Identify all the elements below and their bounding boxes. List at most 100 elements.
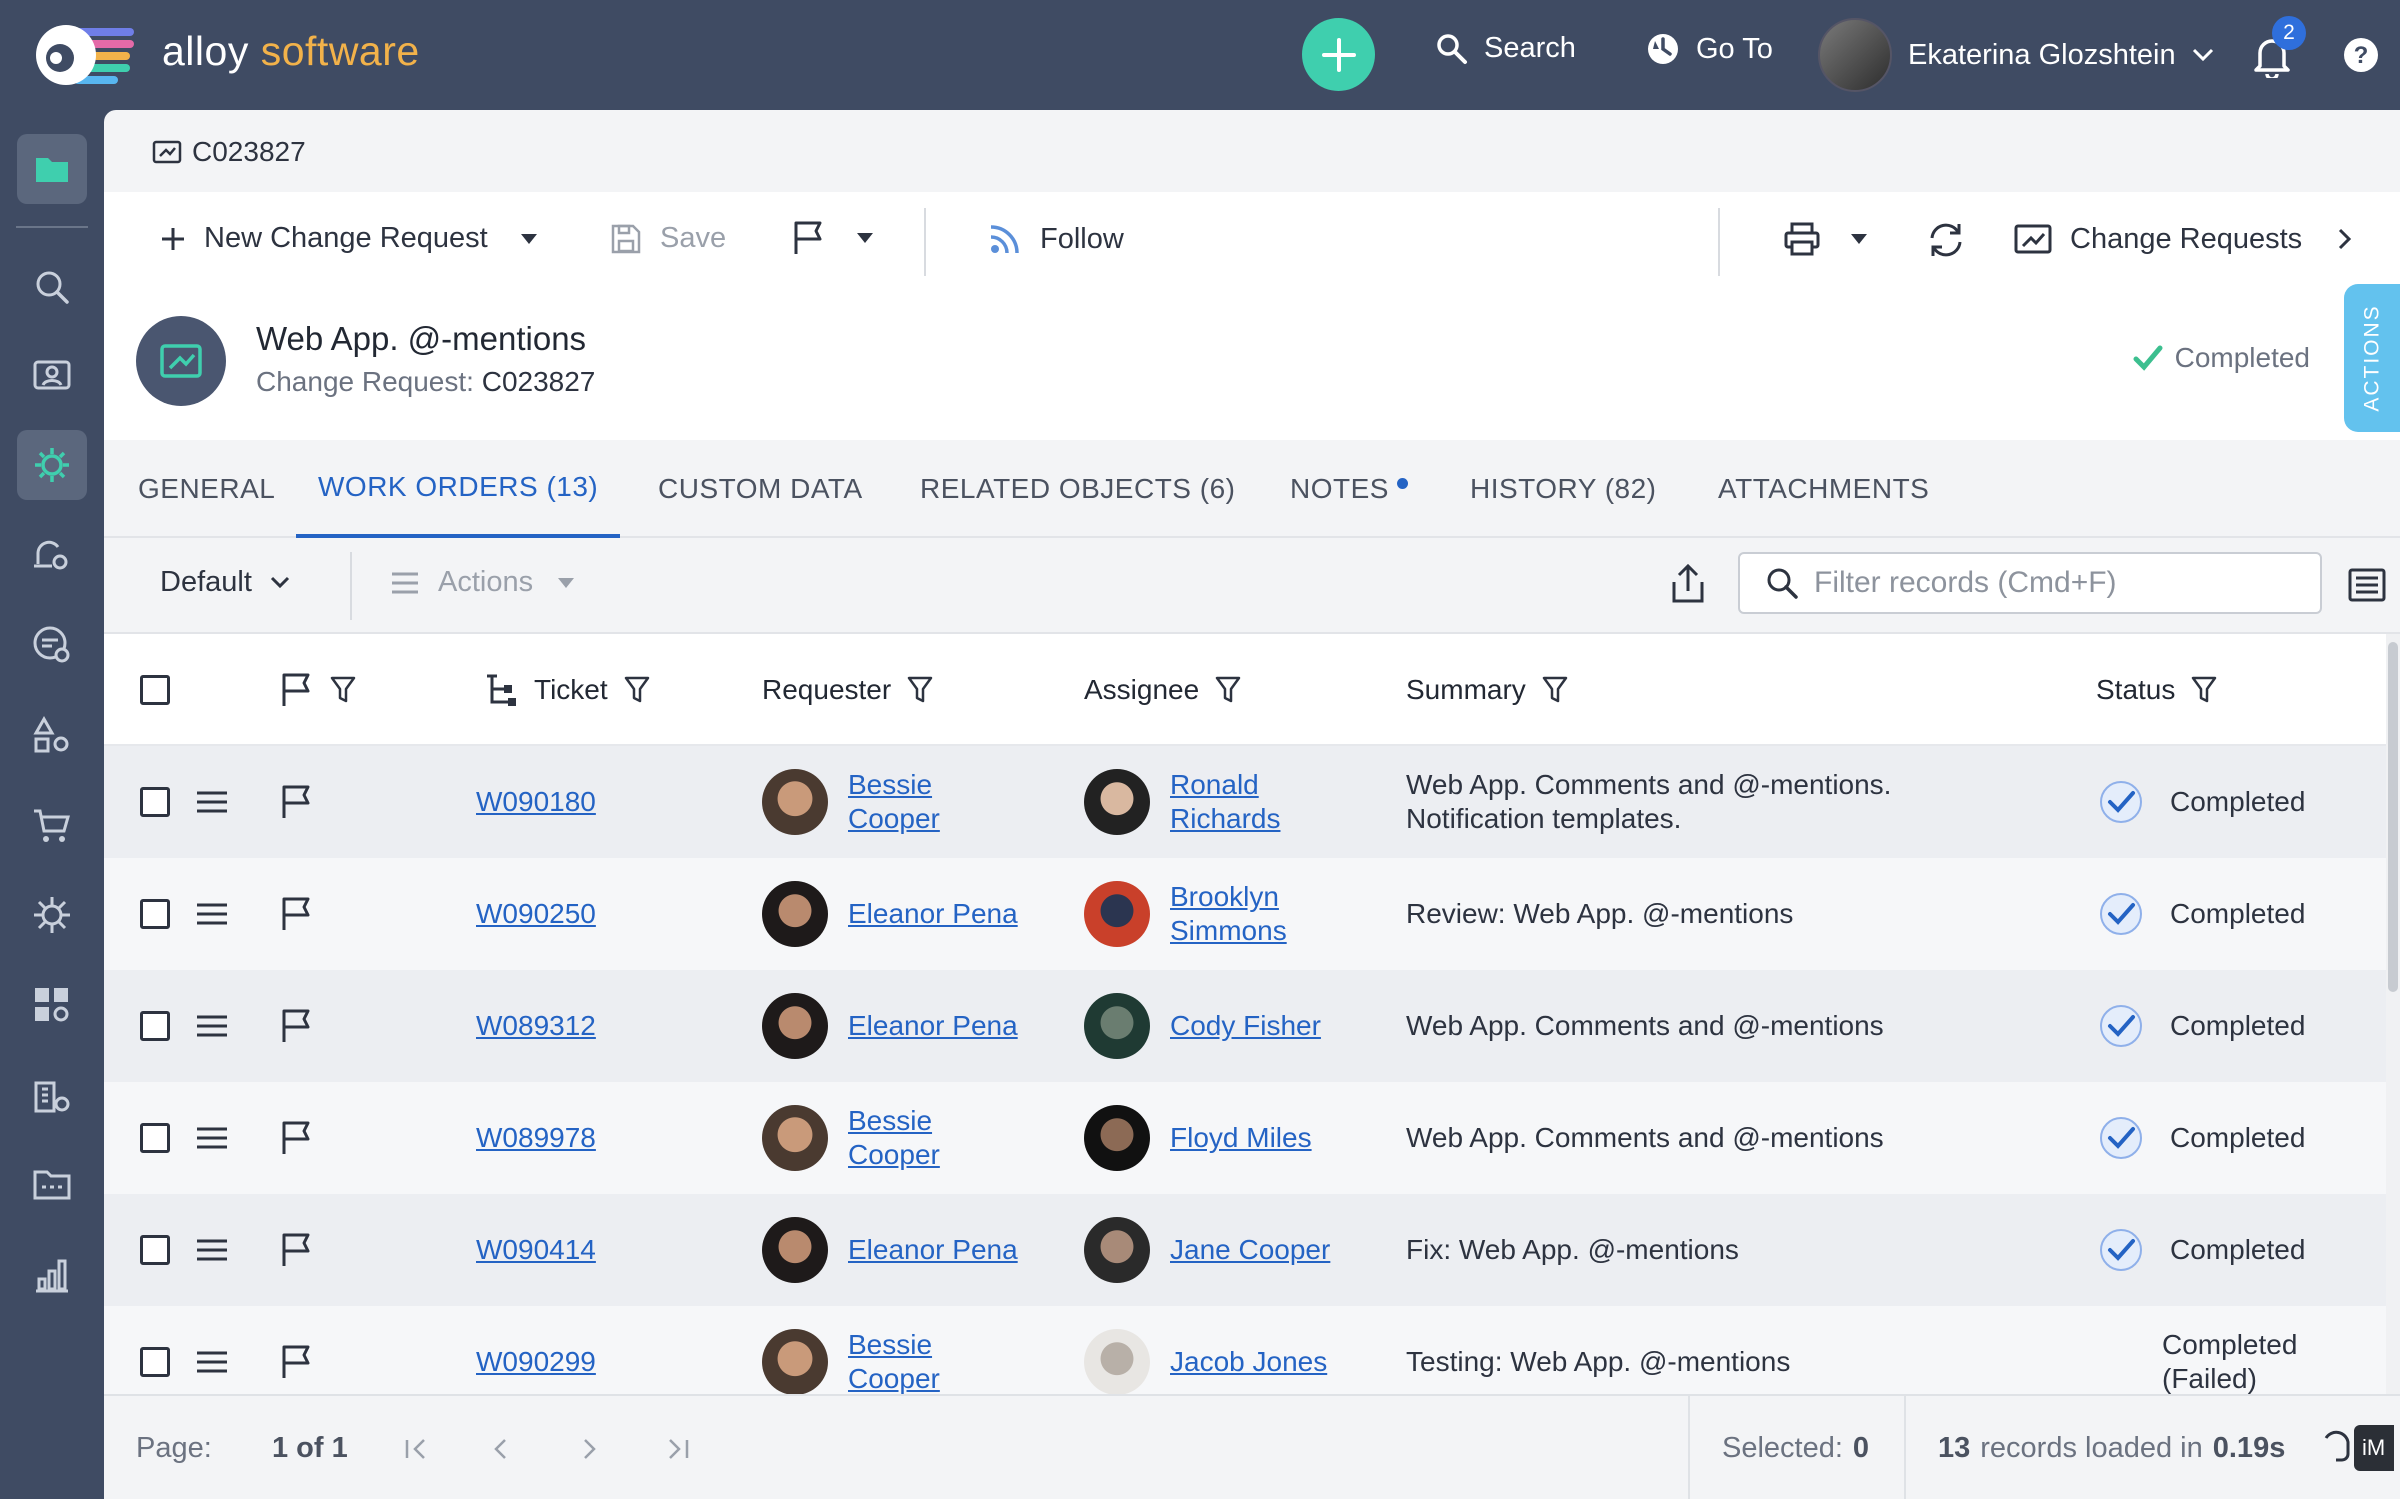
last-page-button[interactable] [666,1396,690,1499]
table-row[interactable]: W089978 Bessie Cooper Floyd Miles Web Ap… [104,1082,2386,1194]
filter-funnel-icon[interactable] [1215,675,1241,705]
next-page-button[interactable] [582,1396,598,1499]
sidebar-item-purchasing[interactable] [17,790,87,860]
table-row[interactable]: W090180 Bessie Cooper Ronald Richards We… [104,746,2386,858]
ticket-link[interactable]: W089312 [476,1010,596,1042]
help-button[interactable]: ? [2342,36,2380,74]
sidebar-item-organizations[interactable] [17,1060,87,1130]
requester-link[interactable]: Bessie Cooper [848,768,1018,836]
row-flag-button[interactable] [280,1082,314,1194]
row-menu-button[interactable] [196,1306,228,1394]
list-view-button[interactable] [2348,568,2386,602]
row-checkbox[interactable] [140,1347,170,1377]
row-menu-button[interactable] [196,858,228,970]
row-menu-button[interactable] [196,746,228,858]
tab-custom-data[interactable]: CUSTOM DATA [658,440,863,538]
requester-link[interactable]: Eleanor Pena [848,898,1018,930]
sidebar-item-archive[interactable] [17,1150,87,1220]
ticket-column-header[interactable]: Ticket [484,634,650,746]
flag-menu-button[interactable] [792,220,874,256]
filter-funnel-icon[interactable] [624,675,650,705]
sidebar-item-dashboards[interactable] [17,970,87,1040]
filter-funnel-icon[interactable] [1542,675,1568,705]
row-checkbox[interactable] [140,787,170,817]
table-row[interactable]: W090414 Eleanor Pena Jane Cooper Fix: We… [104,1194,2386,1306]
tab-history[interactable]: HISTORY (82) [1470,440,1657,538]
row-flag-button[interactable] [280,970,314,1082]
actions-side-tab[interactable]: ACTIONS [2344,284,2400,432]
requester-link[interactable]: Bessie Cooper [848,1328,1018,1394]
row-menu-button[interactable] [196,1194,228,1306]
requester-column-header[interactable]: Requester [762,634,933,746]
first-page-button[interactable] [404,1396,428,1499]
row-checkbox[interactable] [140,1011,170,1041]
assignee-link[interactable]: Jacob Jones [1170,1346,1327,1378]
assignee-link[interactable]: Floyd Miles [1170,1122,1312,1154]
row-checkbox[interactable] [140,1235,170,1265]
ticket-link[interactable]: W089978 [476,1122,596,1154]
filter-funnel-icon[interactable] [330,675,356,705]
sidebar-item-service-settings[interactable] [17,520,87,590]
row-flag-button[interactable] [280,746,314,858]
requester-link[interactable]: Bessie Cooper [848,1104,1018,1172]
table-row[interactable]: W089312 Eleanor Pena Cody Fisher Web App… [104,970,2386,1082]
row-menu-button[interactable] [196,970,228,1082]
global-search-button[interactable]: Search [1436,32,1576,65]
print-menu-button[interactable] [1784,222,1868,256]
select-all-checkbox[interactable] [140,634,170,746]
row-flag-button[interactable] [280,858,314,970]
checkbox[interactable] [140,675,170,705]
grid-scrollbar-thumb[interactable] [2388,642,2398,992]
sidebar-item-change-management[interactable] [17,430,87,500]
alloy-logo-icon[interactable] [34,22,138,88]
assignee-link[interactable]: Cody Fisher [1170,1010,1321,1042]
new-change-request-button[interactable]: New Change Request [160,222,538,255]
assignee-column-header[interactable]: Assignee [1084,634,1241,746]
grid-actions-menu[interactable]: Actions [390,566,575,599]
sidebar-item-objects[interactable] [17,134,87,204]
sidebar-item-search[interactable] [17,252,87,322]
sidebar-item-integrations[interactable] [17,880,87,950]
export-button[interactable] [1670,564,1706,604]
view-selector[interactable]: Default [160,566,290,599]
row-flag-button[interactable] [280,1306,314,1394]
ticket-link[interactable]: W090180 [476,786,596,818]
goto-button[interactable]: Go To [1646,32,1773,66]
user-menu[interactable]: Ekaterina Glozshtein [1818,18,2214,92]
save-button[interactable]: Save [610,222,726,255]
tab-related-objects[interactable]: RELATED OBJECTS (6) [920,440,1235,538]
row-flag-button[interactable] [280,1194,314,1306]
assignee-link[interactable]: Brooklyn Simmons [1170,880,1340,948]
sidebar-item-assets[interactable] [17,700,87,770]
status-column-header[interactable]: Status [2096,634,2217,746]
table-row[interactable]: W090250 Eleanor Pena Brooklyn Simmons Re… [104,858,2386,970]
ticket-link[interactable]: W090414 [476,1234,596,1266]
summary-column-header[interactable]: Summary [1406,634,1568,746]
row-checkbox[interactable] [140,899,170,929]
sidebar-item-contacts[interactable] [17,340,87,410]
previous-page-button[interactable] [492,1396,508,1499]
create-new-button[interactable] [1302,18,1375,91]
im-widget-button[interactable]: iM [2354,1425,2394,1471]
assignee-link[interactable]: Ronald Richards [1170,768,1340,836]
follow-button[interactable]: Follow [988,222,1124,256]
refresh-button[interactable] [1926,220,1966,260]
ticket-link[interactable]: W090250 [476,898,596,930]
tab-notes[interactable]: NOTES [1290,440,1408,538]
row-checkbox[interactable] [140,1123,170,1153]
assignee-link[interactable]: Jane Cooper [1170,1234,1330,1266]
chat-widget-icon[interactable] [2320,1430,2354,1470]
sidebar-item-service-desk[interactable] [17,610,87,680]
tab-general[interactable]: GENERAL [136,440,277,538]
change-requests-nav[interactable]: Change Requests [2014,222,2352,256]
filter-funnel-icon[interactable] [907,675,933,705]
flag-column-header[interactable] [280,634,356,746]
filter-funnel-icon[interactable] [2191,675,2217,705]
table-row[interactable]: W090299 Bessie Cooper Jacob Jones Testin… [104,1306,2386,1394]
tab-attachments[interactable]: ATTACHMENTS [1718,440,1929,538]
row-menu-button[interactable] [196,1082,228,1194]
ticket-link[interactable]: W090299 [476,1346,596,1378]
requester-link[interactable]: Eleanor Pena [848,1234,1018,1266]
tab-work-orders[interactable]: WORK ORDERS (13) [296,440,621,538]
sidebar-item-reports[interactable] [17,1240,87,1310]
